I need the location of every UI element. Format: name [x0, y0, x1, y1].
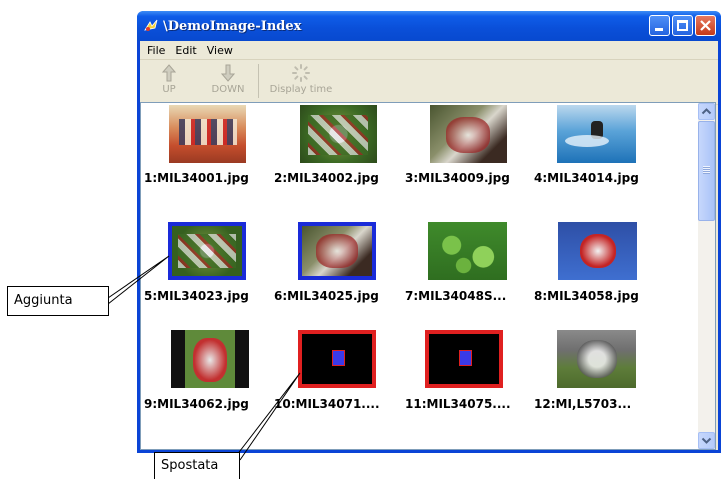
callout-leaders: [107, 255, 301, 461]
callout-moved-label: Spostata: [154, 452, 240, 479]
callout-added-label: Aggiunta: [7, 286, 109, 316]
